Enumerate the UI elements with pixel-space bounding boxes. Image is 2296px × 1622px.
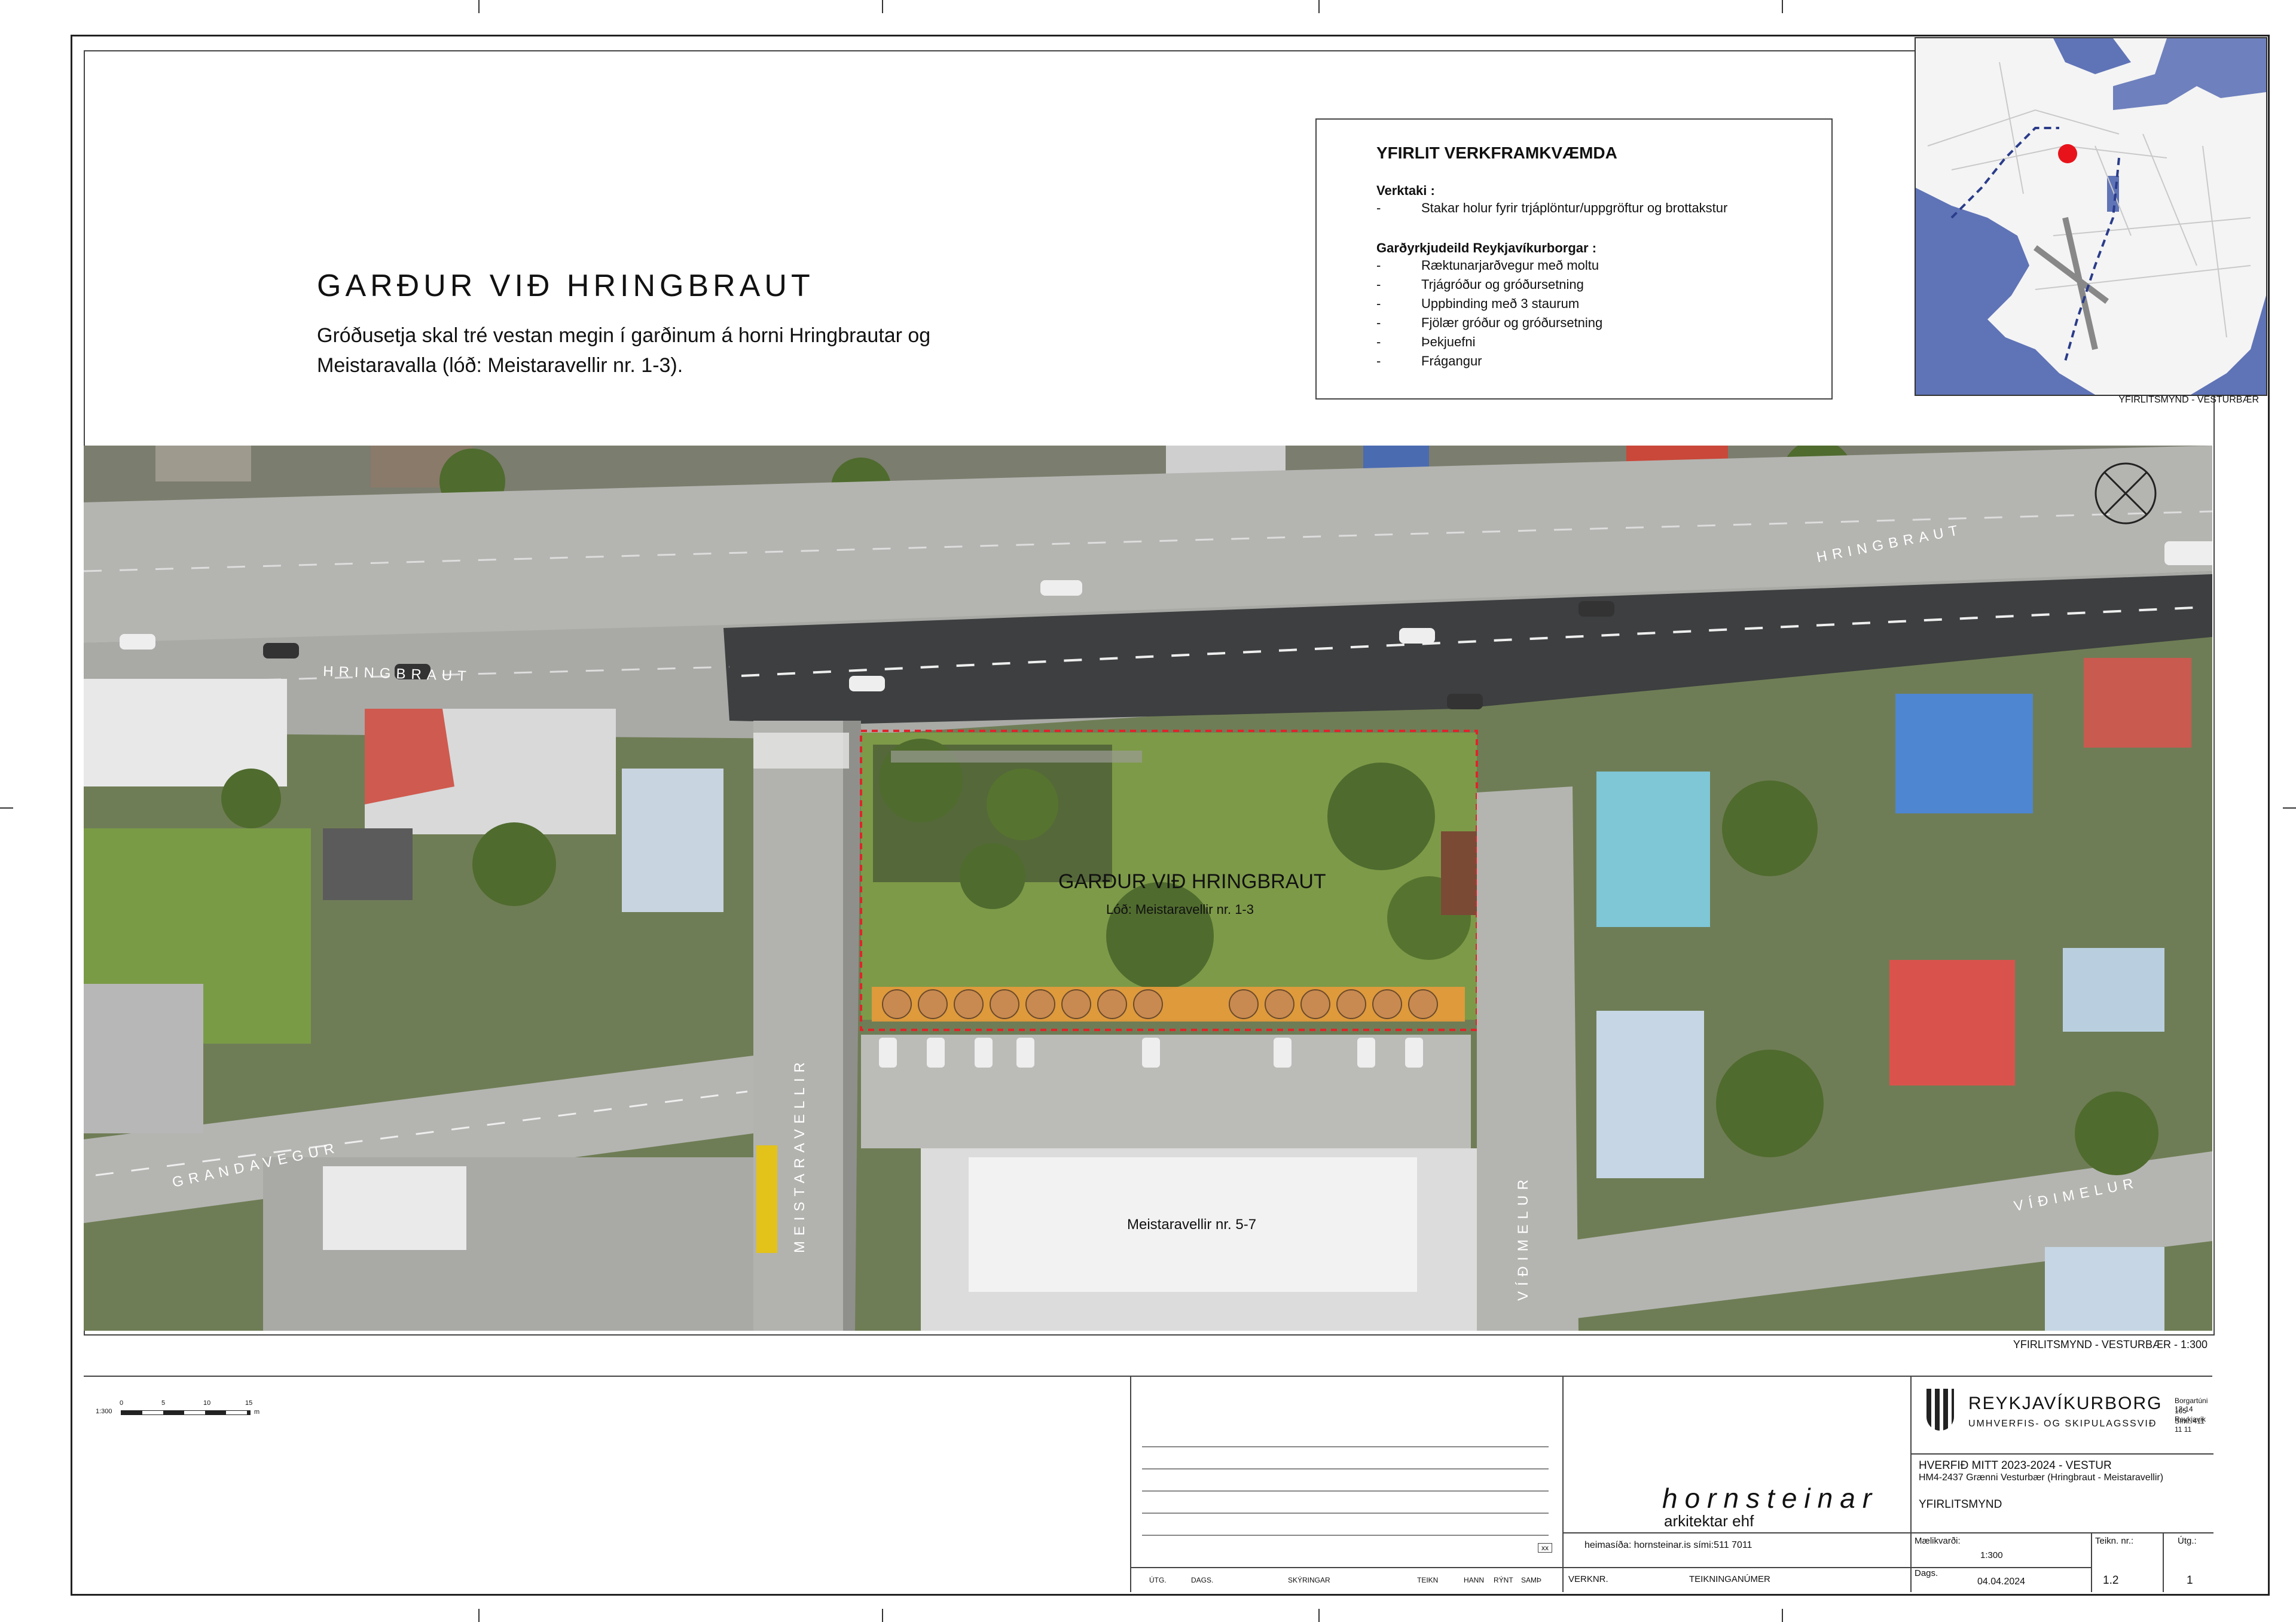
reykjavik-crest-icon [1926,1389,1954,1431]
edge-tick [1782,0,1783,13]
work-overview-heading: YFIRLIT VERKFRAMKVÆMDA [1376,144,1617,162]
architect-sub: arkitektar ehf [1664,1512,1754,1530]
locator-map [1915,37,2267,396]
list-item: - Trjágróður og gróðursetning [1376,277,1584,292]
building-label: Meistaravellir nr. 5-7 [1127,1216,1256,1233]
client-block: REYKJAVÍKURBORG UMHVERFIS- OG SKIPULAGSS… [1910,1376,2213,1592]
aerial-svg: HRINGBRAUT HRINGBRAUT GRANDAVEGUR MEISTA… [84,446,2212,1331]
edge-tick [882,0,883,13]
city-label: Garðyrkjudeild Reykjavíkurborgar : [1376,240,1597,255]
architect-logo: hornsteinar [1662,1483,1879,1514]
edge-tick [478,0,480,13]
street-label-meistaravellir: MEISTARAVELLIR [792,1057,808,1253]
revision-table: xx ÚTG. DAGS. SKÝRINGAR TEIKN HANN RÝNT … [1130,1376,1565,1592]
page-title: GARÐUR VIÐ HRINGBRAUT [317,269,814,303]
list-item: - Þekjuefni [1376,334,1476,349]
locator-caption: YFIRLITSMYND - VESTURBÆR [2118,395,2259,405]
edge-tick [478,1609,480,1622]
street-label-vidimelur-north: VÍÐIMELUR [1515,1174,1531,1301]
page-subtitle: Gróðusetja skal tré vestan megin í garði… [317,324,931,377]
site-title-label: GARÐUR VIÐ HRINGBRAUT [1058,870,1326,893]
sheet-title: YFIRLITSMYND [1919,1498,2002,1511]
edge-tick [2283,807,2296,809]
edge-tick [0,807,13,809]
site-lot-label: Lóð: Meistaravellir nr. 1-3 [1106,902,1254,917]
aerial-caption: YFIRLITSMYND - VESTURBÆR - 1:300 [2013,1339,2208,1350]
scale-bar: 1:300 0 5 10 15 m [96,1400,260,1416]
contractor-label: Verktaki : [1376,183,1435,198]
client-name: REYKJAVÍKURBORG [1968,1394,2163,1413]
work-overview-box: YFIRLIT VERKFRAMKVÆMDA Verktaki : - Staka… [1315,118,1833,400]
edge-tick [1318,1609,1320,1622]
architect-contact: heimasíða: hornsteinar.is sími:511 7011 [1584,1540,1752,1550]
list-item: - Fjölær gróður og gróðursetning [1376,315,1603,330]
list-item: - Stakar holur fyrir trjáplöntur/uppgröft… [1376,200,1728,215]
title-block: GARÐUR VIÐ HRINGBRAUT Gróðusetja skal tr… [317,268,975,380]
edge-tick [1318,0,1320,13]
list-item: - Uppbinding með 3 staurum [1376,296,1580,311]
edge-tick [1782,1609,1783,1622]
list-item: - Frágangur [1376,353,1482,368]
project-name: HVERFIÐ MITT 2023-2024 - VESTUR [1919,1459,2112,1472]
edge-tick [882,1609,883,1622]
list-item: - Ræktunarjarðvegur með moltu [1376,258,1599,273]
sheet-number: 1.2 [2103,1574,2119,1587]
aerial-view: HRINGBRAUT HRINGBRAUT GRANDAVEGUR MEISTA… [84,446,2212,1331]
architect-block: hornsteinar arkitektar ehf heimasíða: ho… [1564,1376,1913,1592]
sheet-date: 04.04.2024 [1977,1577,2026,1587]
